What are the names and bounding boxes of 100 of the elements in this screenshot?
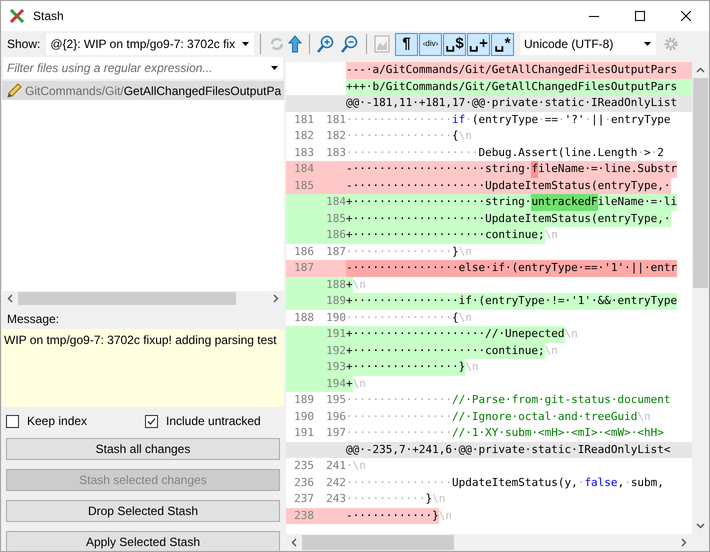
line-number: 196 [325,408,346,424]
line-number: 241 [325,458,346,474]
line-number: 181 [325,112,346,128]
scroll-right-icon[interactable] [681,538,687,547]
line-number: 197 [325,425,346,441]
scroll-left-icon[interactable] [291,538,297,547]
line-number: 194 [325,376,346,392]
code-line: ················{ [346,310,459,326]
line-number: 188 [293,310,314,326]
line-number: 192 [325,342,346,358]
code-line: @@·-235,7·+241,6·@@·private·static·IReadOnlyList< [346,442,672,458]
action-button[interactable]: Apply Selected Stash [6,531,280,551]
scroll-left-icon[interactable] [7,294,13,303]
line-number: 189 [293,392,314,408]
line-number: 190 [293,408,314,424]
line-number: 243 [325,491,346,507]
line-number: 238 [293,508,314,524]
code-line: ············} [346,491,432,507]
action-button[interactable]: Drop Selected Stash [6,500,280,522]
up-arrow-icon[interactable] [288,35,302,53]
checkbox-label: Keep index [27,413,88,430]
file-path: GitCommands/Git/GetAllChangedFilesOutputPa [25,82,282,100]
code-line: ················UpdateItemStatus(y,·false,·subm, [346,474,664,490]
encoding-dropdown[interactable]: Unicode (UTF-8) [520,33,656,55]
line-number: 181 [293,112,314,128]
line-number: 183 [325,144,346,160]
dropdown-arrow-icon [644,42,651,46]
line-number: 186 [325,227,346,243]
line-number: 187 [293,260,314,276]
line-number: 185 [325,210,346,226]
line-number: 183 [293,144,314,160]
code-line: ················//·Parse·from·git-status·document [346,392,671,408]
line-number: 195 [325,392,346,408]
toggle-button[interactable]: ‹div› [419,32,442,56]
line-number: 191 [325,326,346,342]
file-item[interactable]: GitCommands/Git/GetAllChangedFilesOutputPa [2,81,284,100]
scroll-down-icon[interactable] [696,523,705,529]
line-end-marker: \n [458,128,472,144]
scroll-up-icon[interactable] [696,67,705,73]
line-end-marker: \n [432,491,446,507]
scrollbar-thumb[interactable] [18,292,236,305]
line-end-marker: \n [637,408,651,424]
toggle-button[interactable]: ␣+ [467,32,490,56]
line-number: 188 [325,276,346,292]
line-end-marker: \n [458,310,472,326]
line-number: 184 [293,161,314,177]
app-icon [9,8,25,24]
window-title: Stash [33,8,64,25]
line-number: 237 [293,491,314,507]
scroll-right-icon[interactable] [273,294,279,303]
stash-dropdown[interactable]: @{2}: WIP on tmp/go9-7: 3702c fix [46,33,254,55]
line-number: 242 [325,474,346,490]
toggle-button[interactable]: ¶ [395,32,418,56]
checkbox-label: Include untracked [166,413,261,430]
code-line: ················//·1·XY·subm·<mH>·<mI>·<mW>·<hH> [346,425,664,441]
line-number: 185 [293,178,314,194]
code-line: ················{ [346,128,459,144]
line-end-marker: \n [352,276,366,292]
scrollbar-thumb[interactable] [302,535,454,550]
scrollbar-thumb[interactable] [693,78,708,288]
close-icon [681,11,691,21]
line-end-marker: \n [352,376,366,392]
line-end-marker: \n [564,326,578,342]
maximize-icon [635,11,645,21]
line-number: 235 [293,458,314,474]
zoom-in-icon[interactable] [317,35,335,53]
checkbox[interactable] [6,414,19,428]
line-end-marker: \n [458,244,472,260]
line-end-marker: \n [544,342,558,358]
dropdown-arrow-icon [242,42,250,46]
line-number: 236 [293,474,314,490]
line-number: 189 [325,293,346,309]
line-number: 186 [293,244,314,260]
zoom-out-icon[interactable] [341,35,359,53]
code-line: @@·-181,11·+181,17·@@·private·static·IReadOnlyList [346,95,678,111]
toggle-button[interactable]: ␣$ [443,32,466,56]
line-number: 184 [325,194,346,210]
toggle-button[interactable]: ␣* [491,32,514,56]
code-line: ················if·(entryType·==·'?'·||·entryType [346,112,671,128]
filter-field[interactable]: Filter files using a regular expression... [3,57,283,79]
line-number: 191 [293,425,314,441]
action-button[interactable]: Stash all changes [6,438,280,460]
line-number: 182 [325,128,346,144]
code-line: ················//·Ignore·octal·and·treeGuid [346,408,638,424]
line-number: 190 [325,310,346,326]
code-line: · [346,458,353,474]
line-number: 187 [325,244,346,260]
show-label: Show: [7,36,40,53]
line-number: 182 [293,128,314,144]
dropdown-arrow-icon [271,66,278,70]
line-end-marker: \n [352,458,366,474]
line-end-marker: \n [465,359,478,375]
pencil-icon [6,82,22,98]
code-line: ················} [346,244,459,260]
line-end-marker: \n [438,508,452,524]
code-line: ····················Debug.Assert(line.Length·>·2 [346,144,664,160]
checkbox[interactable] [145,414,158,428]
message-label: Message: [7,311,60,328]
line-end-marker: \n [544,227,558,243]
message-field[interactable]: WIP on tmp/go9-7: 3702c fixup! adding parsing test [2,329,284,407]
